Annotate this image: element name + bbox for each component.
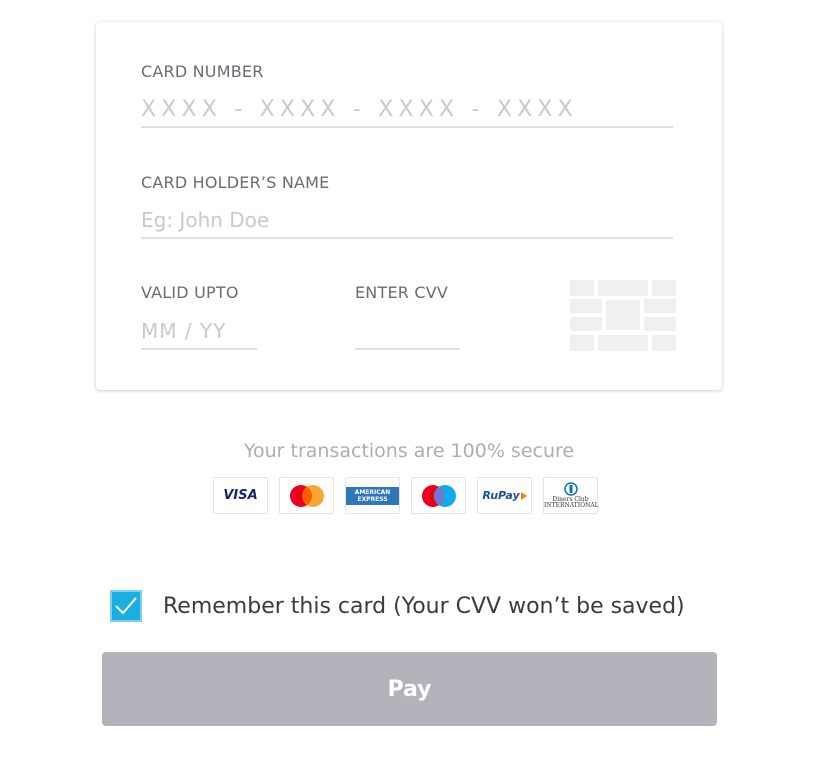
valid-upto-input[interactable] bbox=[141, 313, 257, 350]
mastercard-logo bbox=[279, 477, 334, 514]
card-holder-name-label: CARD HOLDER’S NAME bbox=[141, 173, 330, 192]
secure-transactions-text: Your transactions are 100% secure bbox=[243, 440, 575, 462]
remember-card-row[interactable]: Remember this card (Your CVV won’t be sa… bbox=[110, 590, 685, 622]
cvv-label: ENTER CVV bbox=[355, 283, 449, 302]
diners-club-icon bbox=[564, 482, 578, 496]
visa-logo-text: VISA bbox=[223, 488, 258, 503]
payment-logos: VISA AMERICAN EXPRESS RuPay Diners Club … bbox=[213, 477, 599, 517]
remember-card-label: Remember this card (Your CVV won’t be sa… bbox=[163, 593, 685, 619]
diners-club-logo: Diners Club INTERNATIONAL bbox=[543, 477, 599, 514]
visa-logo: VISA bbox=[213, 477, 268, 514]
diners-club-logo-text: Diners Club INTERNATIONAL bbox=[544, 496, 599, 509]
rupay-logo-text: RuPay bbox=[482, 489, 520, 502]
checkmark-icon bbox=[115, 597, 137, 615]
rupay-logo: RuPay bbox=[477, 477, 532, 514]
card-details-form: CARD NUMBER CARD HOLDER’S NAME VALID UPT… bbox=[96, 22, 722, 390]
cvv-input[interactable] bbox=[355, 313, 460, 350]
pay-button[interactable]: Pay bbox=[102, 652, 717, 726]
maestro-logo bbox=[411, 477, 466, 514]
rupay-arrow-icon bbox=[520, 491, 527, 500]
american-express-logo: AMERICAN EXPRESS bbox=[345, 477, 400, 514]
card-number-label: CARD NUMBER bbox=[141, 62, 264, 81]
card-holder-name-input[interactable] bbox=[141, 202, 673, 239]
card-number-input[interactable] bbox=[141, 92, 673, 128]
maestro-icon bbox=[421, 484, 456, 507]
amex-logo-text: AMERICAN EXPRESS bbox=[346, 486, 399, 505]
valid-upto-label: VALID UPTO bbox=[141, 283, 239, 302]
card-chip-icon bbox=[570, 280, 676, 351]
mastercard-icon bbox=[289, 484, 324, 507]
remember-card-checkbox[interactable] bbox=[110, 590, 142, 622]
